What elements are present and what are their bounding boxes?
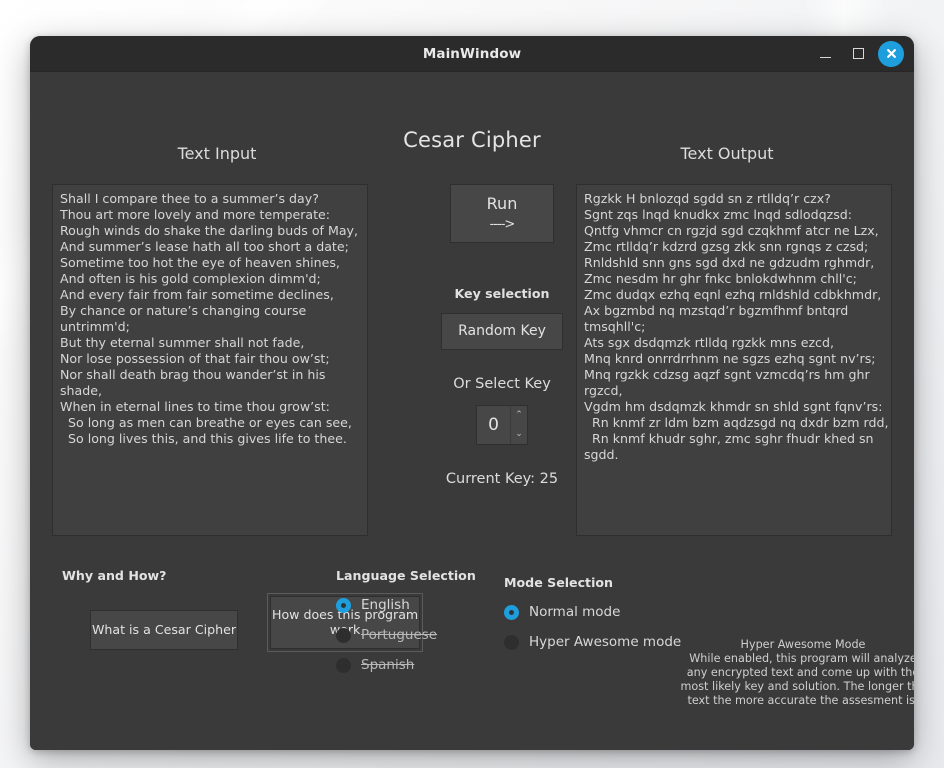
current-key-status: Current Key: 25 (445, 471, 559, 488)
radio-selected-icon[interactable] (336, 597, 351, 613)
run-button-label: Run (486, 194, 518, 213)
mode-option-hyper-awesome-mode[interactable]: Hyper Awesome mode (504, 634, 681, 650)
window-content: Cesar Cipher Text Input Text Output Shal… (30, 72, 914, 750)
window-title: MainWindow (422, 45, 522, 62)
output-text-line: Rgzkk H bnlozqd sgdd sn z rtlldq’r czx? (584, 191, 831, 206)
output-text-line: Mnq knrd onrrdrrhnm ne sgzs ezhq sgnt nv… (584, 351, 876, 366)
mode-selection-section: Mode Selection Normal mode Hyper Awesome … (504, 575, 681, 650)
center-controls: Run ----> Key selection Random Key Or Se… (382, 184, 622, 487)
language-selection-title: Language Selection (336, 568, 476, 583)
minimize-icon[interactable] (812, 41, 838, 67)
output-text-line: Mnq rgzkk cdzsg aqzf sgnt vzmcdq’rs hm g… (584, 367, 874, 398)
radio-selected-icon[interactable] (504, 604, 519, 620)
radio-unselected-icon[interactable] (504, 634, 519, 650)
mode-selection-title: Mode Selection (504, 575, 614, 590)
title-bar[interactable]: MainWindow (30, 36, 914, 72)
text-input-label: Text Input (177, 144, 257, 163)
mode-option-normal-mode[interactable]: Normal mode (504, 604, 681, 620)
window-controls (812, 36, 904, 71)
random-key-button[interactable]: Random Key (441, 313, 563, 351)
close-icon[interactable] (878, 40, 904, 67)
key-spinbox-steppers: ⌃ ⌄ (510, 406, 527, 445)
output-text-line: Sgnt zqs lnqd knudkx zmc lnqd sdlodqzsd: (584, 207, 852, 222)
mode-option-label: Hyper Awesome mode (529, 634, 682, 650)
output-text-line: Rn knmf zr ldm bzm aqdzsgd nq dxdr bzm r… (584, 415, 889, 430)
radio-unselected-icon[interactable] (336, 657, 351, 673)
hyper-awesome-description: Hyper Awesome Mode While enabled, this p… (678, 638, 914, 708)
input-text-line: And every fair from fair sometime declin… (60, 287, 334, 302)
input-text-line: When in eternal lines to time thou grow’… (60, 399, 330, 414)
language-option-spanish[interactable]: Spanish (336, 657, 476, 673)
language-selection-section: Language Selection English Portuguese Span… (336, 568, 476, 673)
spinbox-down-icon[interactable]: ⌄ (511, 425, 527, 444)
output-text-line: Zmc dudqx ezhq eqnl ezhq rnldshld cdbkhm… (584, 287, 882, 302)
mode-option-label: Normal mode (529, 604, 621, 620)
input-text-line: Nor shall death brag thou wander’st in h… (60, 367, 330, 398)
maximize-icon[interactable] (845, 41, 871, 67)
language-option-english[interactable]: English (336, 597, 476, 613)
input-text-line: And often is his gold complexion dimm'd; (60, 271, 321, 286)
output-text-line: Zmc nesdm hr ghr fnkc bnlokdwhnm chll'c; (584, 271, 857, 286)
input-text-line: But thy eternal summer shall not fade, (60, 335, 305, 350)
or-select-key-label: Or Select Key (453, 376, 551, 393)
text-input-field[interactable]: Shall I compare thee to a summer’s day? T… (52, 184, 368, 536)
spinbox-up-icon[interactable]: ⌃ (511, 406, 527, 425)
output-text-line: Ax bgzmbd nq mzstqd’r bgzmfhmf bntqrd tm… (584, 303, 853, 334)
hyper-awesome-body: While enabled, this program will analyze… (680, 652, 914, 707)
text-output-field[interactable]: Rgzkk H bnlozqd sgdd sn z rtlldq’r czx? S… (576, 184, 892, 536)
text-output-label: Text Output (680, 144, 774, 163)
input-text-line: Shall I compare thee to a summer’s day? (60, 191, 319, 206)
output-text-line: Rn knmf khudr sghr, zmc sghr fhudr khed … (584, 431, 878, 462)
what-is-cesar-cipher-button[interactable]: What is a Cesar Cipher (90, 610, 238, 650)
main-window: MainWindow Cesar Cipher Text Input Text … (30, 36, 914, 750)
key-spinbox-value[interactable]: 0 (477, 406, 510, 444)
radio-unselected-icon[interactable] (336, 627, 351, 643)
language-option-label: Spanish (361, 657, 415, 673)
output-text-line: Rnldshld snn gns sgd dxd ne gdzudm rghmd… (584, 255, 875, 270)
output-text-line: Vgdm hm dsdqmzk khmdr sn shld sgnt fqnv’… (584, 399, 883, 414)
language-option-portuguese[interactable]: Portuguese (336, 627, 476, 643)
input-text-line: Rough winds do shake the darling buds of… (60, 223, 359, 238)
language-option-label: Portuguese (361, 627, 438, 643)
input-text-line: Nor lose possession of that fair thou ow… (60, 351, 330, 366)
key-spinbox[interactable]: 0 ⌃ ⌄ (476, 405, 528, 446)
input-text-line: And summer’s lease hath all too short a … (60, 239, 349, 254)
input-text-line: Thou art more lovely and more temperate: (60, 207, 331, 222)
input-text-line: Sometime too hot the eye of heaven shine… (60, 255, 340, 270)
input-text-line: By chance or nature’s changing course un… (60, 303, 311, 334)
input-text-line: So long as men can breathe or eyes can s… (60, 415, 352, 430)
run-arrow-icon: ----> (489, 216, 516, 232)
output-text-line: Qntfg vhmcr cn rgzjd sgd czqkhmf atcr ne… (584, 223, 879, 238)
output-text-line: Ats sgx dsdqmzk rtlldq rgzkk mns ezcd, (584, 335, 834, 350)
output-text-line: Zmc rtlldq’r kdzrd gzsg zkk snn rgnqs z … (584, 239, 869, 254)
language-option-label: English (361, 597, 410, 613)
key-selection-title: Key selection (454, 286, 550, 302)
run-button[interactable]: Run ----> (450, 184, 554, 244)
hyper-awesome-heading: Hyper Awesome Mode (740, 638, 866, 651)
input-text-line: So long lives this, and this gives life … (60, 431, 347, 446)
